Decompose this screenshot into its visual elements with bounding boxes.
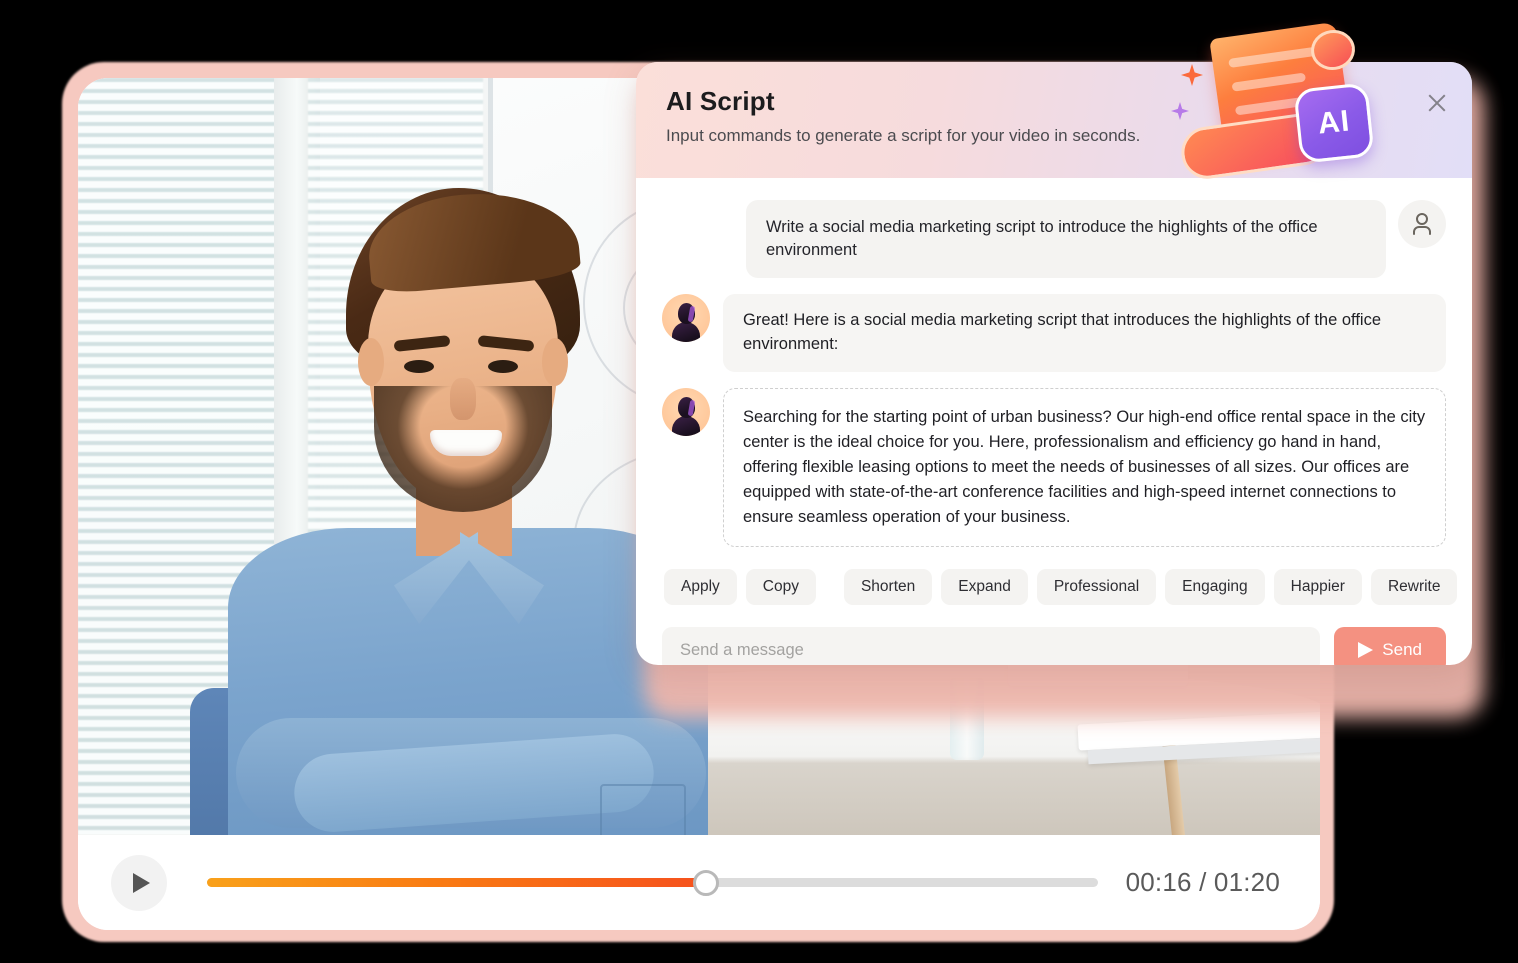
apply-button[interactable]: Apply bbox=[664, 569, 737, 606]
composer: Send bbox=[662, 627, 1446, 665]
engaging-button[interactable]: Engaging bbox=[1165, 569, 1265, 606]
copy-button[interactable]: Copy bbox=[745, 569, 816, 606]
play-button[interactable] bbox=[111, 854, 167, 911]
panel-subtitle: Input commands to generate a script for … bbox=[666, 126, 1141, 145]
user-icon[interactable] bbox=[1398, 200, 1446, 248]
assistant-script-row: Searching for the starting point of urba… bbox=[662, 388, 1446, 548]
play-icon bbox=[132, 872, 150, 893]
player-controls: 00:16 / 01:20 bbox=[78, 835, 1320, 930]
panel-body: Write a social media marketing script to… bbox=[636, 178, 1472, 665]
app-stage: Project A Graph Stage B Customers Groups bbox=[0, 0, 1518, 963]
send-button-label: Send bbox=[1382, 640, 1422, 660]
generated-script-text[interactable]: Searching for the starting point of urba… bbox=[723, 388, 1446, 548]
expand-button[interactable]: Expand bbox=[941, 569, 1028, 606]
progress-fill bbox=[207, 878, 706, 887]
user-message-row: Write a social media marketing script to… bbox=[662, 200, 1446, 279]
user-prompt-text: Write a social media marketing script to… bbox=[746, 200, 1386, 279]
send-button[interactable]: Send bbox=[1334, 627, 1446, 665]
assistant-intro-row: Great! Here is a social media marketing … bbox=[662, 294, 1446, 373]
paper-plane-icon bbox=[1358, 642, 1374, 659]
script-actions: Apply Copy Shorten Expand Professional E… bbox=[664, 569, 1458, 606]
progress-thumb[interactable] bbox=[692, 869, 719, 896]
assistant-avatar-icon bbox=[662, 294, 710, 343]
assistant-avatar-icon bbox=[662, 388, 710, 437]
time-display: 00:16 / 01:20 bbox=[1125, 867, 1280, 897]
message-input[interactable] bbox=[662, 627, 1321, 665]
progress-bar[interactable] bbox=[207, 869, 1098, 896]
page-title: AI Script bbox=[666, 86, 775, 116]
professional-button[interactable]: Professional bbox=[1036, 569, 1157, 606]
close-icon[interactable] bbox=[1424, 90, 1450, 116]
happier-button[interactable]: Happier bbox=[1273, 569, 1362, 606]
panel-header: AI Script Input commands to generate a s… bbox=[636, 62, 1472, 178]
ai-script-panel: AI Script Input commands to generate a s… bbox=[636, 62, 1472, 665]
rewrite-button[interactable]: Rewrite bbox=[1370, 569, 1458, 606]
assistant-intro-text: Great! Here is a social media marketing … bbox=[723, 294, 1446, 373]
shorten-button[interactable]: Shorten bbox=[843, 569, 933, 606]
